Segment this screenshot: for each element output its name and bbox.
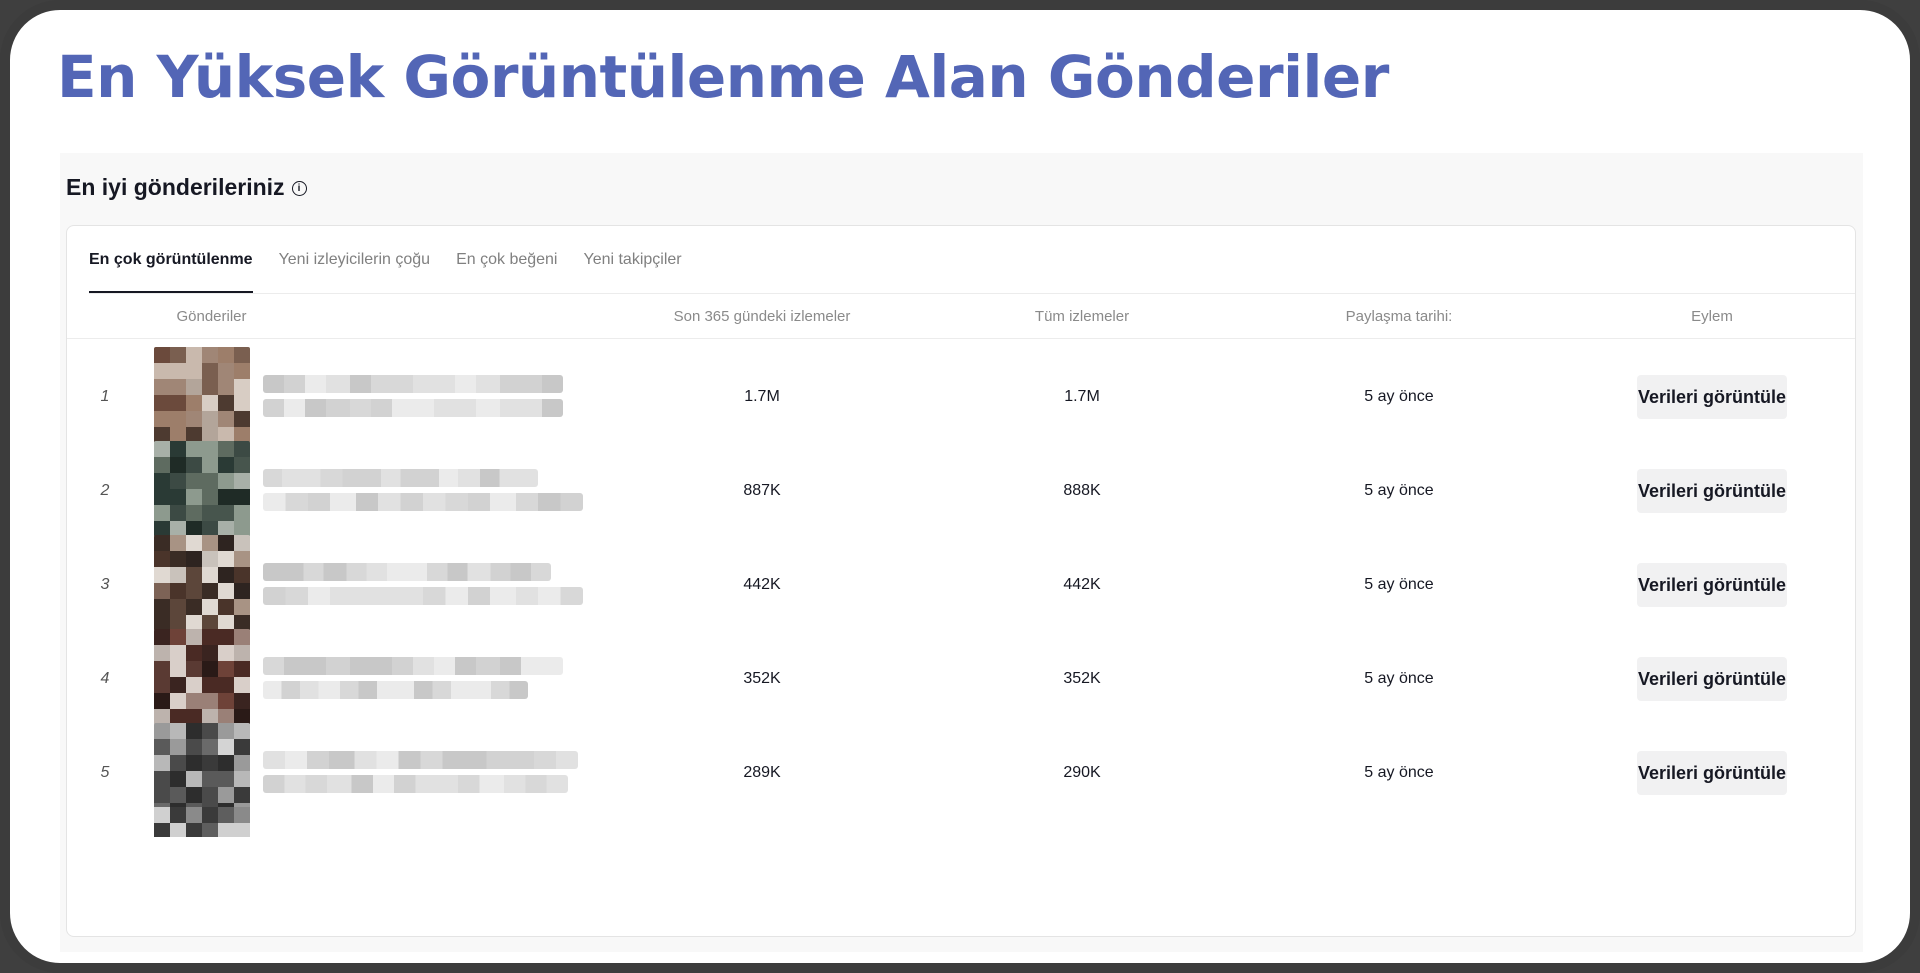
post-thumbnail[interactable] [154, 629, 250, 725]
table-header: Gönderiler Son 365 gündeki izlemeler Tüm… [67, 294, 1855, 339]
info-icon[interactable]: i [291, 181, 307, 196]
page-title: En Yüksek Görüntülenme Alan Gönderiler [57, 43, 1389, 111]
post-caption-blurred[interactable] [263, 751, 587, 799]
post-caption-blurred[interactable] [263, 375, 587, 423]
tab-new-followers[interactable]: Yeni takipçiler [583, 226, 681, 293]
header-posts: Gönderiler [176, 308, 247, 325]
metric-tabs: En çok görüntülenme Yeni izleyicilerin ç… [89, 226, 1855, 294]
share-date: 5 ay önce [1364, 763, 1434, 781]
view-data-button[interactable]: Verileri görüntüle [1637, 469, 1787, 513]
post-thumbnail[interactable] [154, 441, 250, 537]
tab-most-new-viewers[interactable]: Yeni izleyicilerin çoğu [279, 226, 431, 293]
panel-heading-text: En iyi gönderileriniz [66, 174, 285, 200]
tab-most-views[interactable]: En çok görüntülenme [89, 226, 253, 294]
screenshot-frame: En Yüksek Görüntülenme Alan Gönderiler E… [0, 0, 1920, 973]
post-thumbnail[interactable] [154, 807, 250, 837]
tab-most-likes[interactable]: En çok beğeni [456, 226, 557, 293]
post-caption-blurred[interactable] [263, 469, 587, 517]
view-data-button[interactable]: Verileri görüntüle [1637, 563, 1787, 607]
post-thumbnail[interactable] [154, 347, 250, 443]
header-total-views: Tüm izlemeler [1034, 308, 1130, 325]
header-share-date: Paylaşma tarihi: [1345, 308, 1453, 325]
table-row: 5 289K 290K 5 ay önce Verileri görüntüle [67, 715, 1855, 830]
header-action: Eylem [1691, 308, 1733, 325]
post-caption-blurred[interactable] [263, 657, 587, 705]
post-thumbnail[interactable] [154, 723, 250, 819]
post-thumbnail[interactable] [154, 535, 250, 631]
header-last-365-days-views: Son 365 gündeki izlemeler [673, 308, 851, 325]
view-data-button[interactable]: Verileri görüntüle [1637, 657, 1787, 701]
panel-heading: En iyi gönderileriniz i [66, 174, 307, 201]
last365-views: 289K [743, 763, 781, 781]
total-views: 290K [1063, 763, 1101, 781]
view-data-button[interactable]: Verileri görüntüle [1637, 375, 1787, 419]
post-caption-blurred[interactable] [263, 563, 587, 611]
top-posts-card: En çok görüntülenme Yeni izleyicilerin ç… [66, 225, 1856, 937]
row-rank: 5 [100, 763, 110, 781]
top-posts-panel: En iyi gönderileriniz i En çok görüntüle… [60, 153, 1863, 952]
view-data-button[interactable]: Verileri görüntüle [1637, 751, 1787, 795]
